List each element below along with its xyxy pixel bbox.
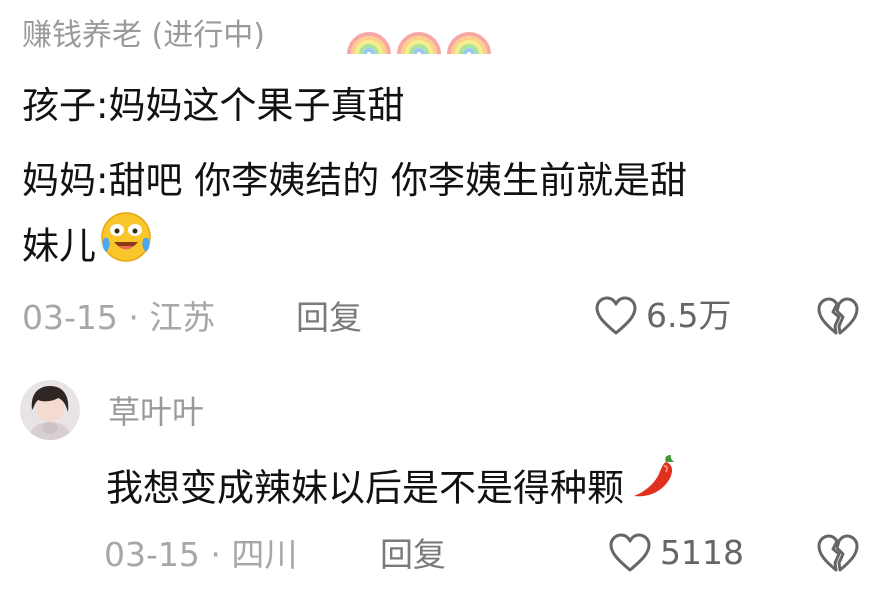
like-count: 6.5万 [646, 296, 732, 335]
broken-heart-icon [817, 297, 859, 335]
reply-button[interactable]: 回复 [380, 533, 446, 577]
rainbow-icon [397, 32, 441, 55]
like-button[interactable]: 5118 [608, 531, 744, 575]
reply-username[interactable]: 草叶叶 [108, 390, 204, 434]
avatar[interactable] [20, 380, 80, 440]
dislike-button[interactable] [816, 533, 860, 579]
heart-icon [609, 533, 651, 572]
comment-location: 四川 [231, 535, 298, 574]
rainbow-icon [347, 32, 391, 55]
comment-text-fragment: 妹儿 [22, 224, 96, 268]
meta-separator: · [128, 298, 139, 337]
crying-laughing-face-icon [98, 208, 154, 278]
broken-heart-icon [817, 534, 859, 572]
comment-text-line: 孩子:妈妈这个果子真甜 [22, 84, 405, 127]
reply-text: 我想变成辣妹以后是不是得种颗 [106, 455, 680, 520]
dislike-button[interactable] [816, 296, 860, 342]
reply-button[interactable]: 回复 [296, 296, 362, 340]
comment-date: 03-15 [22, 298, 118, 337]
comment-date: 03-15 [104, 535, 200, 574]
reply-meta: 03-15 · 四川 [104, 533, 297, 577]
meta-separator: · [210, 535, 221, 574]
comment-location: 江苏 [149, 298, 216, 337]
like-count: 5118 [660, 533, 744, 572]
username-emoji-group [346, 14, 492, 58]
comment-meta: 03-15 · 江苏 [22, 296, 215, 340]
like-button[interactable]: 6.5万 [594, 294, 731, 338]
rainbow-icon [447, 32, 491, 55]
comment-text-line: 妹儿 [22, 212, 154, 278]
comment-username[interactable]: 赚钱养老 (进行中) [22, 14, 265, 58]
comment-text-line: 妈妈:甜吧 你李姨结的 你李姨生前就是甜 [22, 159, 687, 202]
reply-text-fragment: 我想变成辣妹以后是不是得种颗 [106, 466, 624, 510]
chili-pepper-icon [626, 452, 680, 520]
heart-icon [595, 296, 637, 335]
